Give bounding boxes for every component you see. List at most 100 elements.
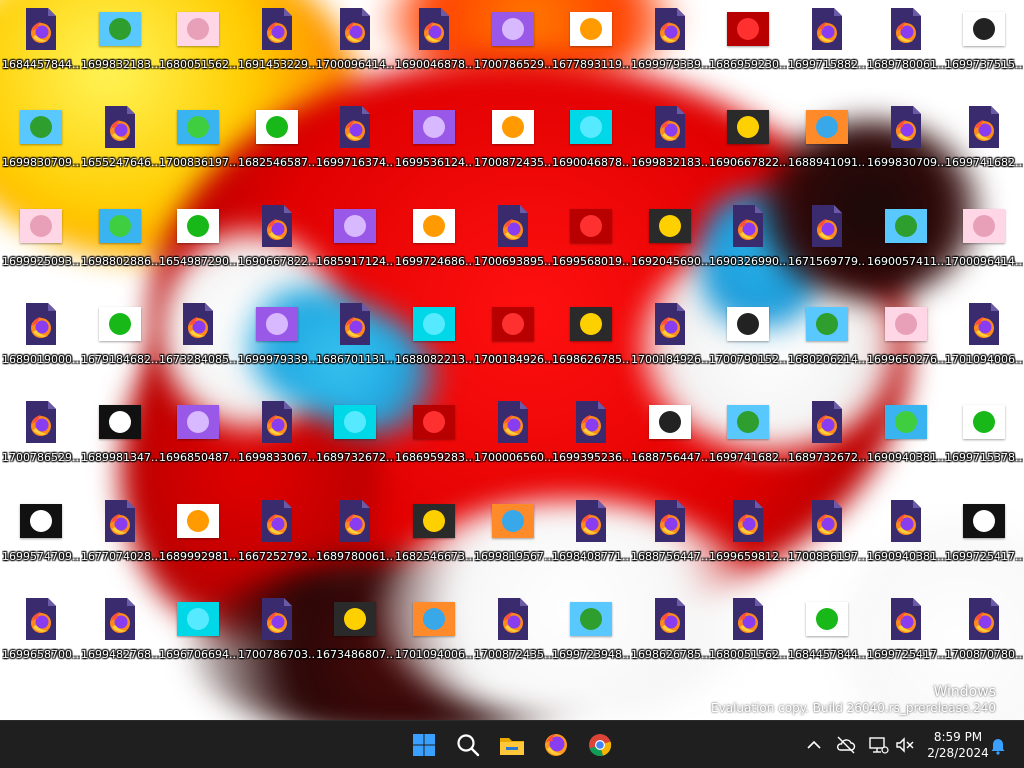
desktop-file-icon[interactable]: 1699737515.... bbox=[945, 6, 1023, 96]
desktop-file-icon[interactable]: 1699830709.... bbox=[867, 104, 945, 194]
notifications-button[interactable] bbox=[986, 733, 1010, 757]
desktop-file-icon[interactable]: 1690326990.... bbox=[709, 203, 787, 293]
desktop-file-icon[interactable]: 1655247646.... bbox=[81, 104, 159, 194]
desktop-file-icon[interactable]: 1686959230.... bbox=[709, 6, 787, 96]
desktop-file-icon[interactable]: 1690046878.... bbox=[395, 6, 473, 96]
desktop-file-icon[interactable]: 1680051562.... bbox=[709, 596, 787, 686]
desktop-file-icon[interactable]: 1699979339.... bbox=[631, 6, 709, 96]
desktop-file-icon[interactable]: 1699925093.... bbox=[2, 203, 80, 293]
chrome-button[interactable] bbox=[582, 727, 618, 763]
desktop-file-icon[interactable]: 1677074028.... bbox=[81, 498, 159, 588]
desktop-file-icon[interactable]: 1699482768.... bbox=[81, 596, 159, 686]
desktop-file-icon[interactable]: 1682546673.... bbox=[395, 498, 473, 588]
desktop-file-icon[interactable]: 1698626785.... bbox=[552, 301, 630, 391]
desktop-file-icon[interactable]: 1673284085.... bbox=[159, 301, 237, 391]
desktop-file-icon[interactable]: 1699741682.... bbox=[709, 399, 787, 489]
start-button[interactable] bbox=[406, 727, 442, 763]
desktop-file-icon[interactable]: 1701094006.... bbox=[945, 301, 1023, 391]
desktop[interactable]: 1684457844.... 1699832183.... 1680051562..… bbox=[0, 0, 1024, 720]
desktop-file-icon[interactable]: 1696850487.... bbox=[159, 399, 237, 489]
file-explorer-button[interactable] bbox=[494, 727, 530, 763]
desktop-file-icon[interactable]: 1700836197.... bbox=[788, 498, 866, 588]
volume-button[interactable] bbox=[892, 733, 916, 757]
desktop-file-icon[interactable]: 1699741682.... bbox=[945, 104, 1023, 194]
desktop-file-icon[interactable]: 1699716374.... bbox=[316, 104, 394, 194]
desktop-file-icon[interactable]: 1700184926.... bbox=[631, 301, 709, 391]
desktop-file-icon[interactable]: 1699724686.... bbox=[395, 203, 473, 293]
desktop-file-icon[interactable]: 1667252792.... bbox=[238, 498, 316, 588]
desktop-file-icon[interactable]: 1680206214.... bbox=[788, 301, 866, 391]
desktop-file-icon[interactable]: 1689981347.... bbox=[81, 399, 159, 489]
desktop-file-icon[interactable]: 1688756447.... bbox=[631, 399, 709, 489]
desktop-file-icon[interactable]: 1699832183.... bbox=[81, 6, 159, 96]
desktop-file-icon[interactable]: 1700790152.... bbox=[709, 301, 787, 391]
desktop-file-icon[interactable]: 1689992981.... bbox=[159, 498, 237, 588]
search-button[interactable] bbox=[450, 727, 486, 763]
desktop-file-icon[interactable]: 1700870780.... bbox=[945, 596, 1023, 686]
desktop-file-icon[interactable]: 1689732672.... bbox=[316, 399, 394, 489]
desktop-file-icon[interactable]: 1699979339.... bbox=[238, 301, 316, 391]
desktop-file-icon[interactable]: 1654987290.... bbox=[159, 203, 237, 293]
desktop-file-icon[interactable]: 1690940381.... bbox=[867, 399, 945, 489]
desktop-file-icon[interactable]: 1699659812.... bbox=[709, 498, 787, 588]
desktop-file-icon[interactable]: 1699725417.... bbox=[945, 498, 1023, 588]
desktop-file-icon[interactable]: 1699395236.... bbox=[552, 399, 630, 489]
desktop-file-icon[interactable]: 1699715378.... bbox=[945, 399, 1023, 489]
desktop-file-icon[interactable]: 1689780061.... bbox=[867, 6, 945, 96]
desktop-file-icon[interactable]: 1690046878.... bbox=[552, 104, 630, 194]
desktop-file-icon[interactable]: 1679184682.... bbox=[81, 301, 159, 391]
desktop-file-icon[interactable]: 1698802886.... bbox=[81, 203, 159, 293]
desktop-file-icon[interactable]: 1699568019.... bbox=[552, 203, 630, 293]
desktop-file-icon[interactable]: 1689732672.... bbox=[788, 399, 866, 489]
desktop-file-icon[interactable]: 1698626785.... bbox=[631, 596, 709, 686]
desktop-file-icon[interactable]: 1699832183.... bbox=[631, 104, 709, 194]
desktop-file-icon[interactable]: 1689019000.... bbox=[2, 301, 80, 391]
desktop-file-icon[interactable]: 1689780061.... bbox=[316, 498, 394, 588]
desktop-file-icon[interactable]: 1699536124.... bbox=[395, 104, 473, 194]
desktop-file-icon[interactable]: 1673486807.... bbox=[316, 596, 394, 686]
desktop-file-icon[interactable]: 1677893119.... bbox=[552, 6, 630, 96]
desktop-file-icon[interactable]: 1688082213.... bbox=[395, 301, 473, 391]
desktop-file-icon[interactable]: 1699723948.... bbox=[552, 596, 630, 686]
desktop-file-icon[interactable]: 1684457844.... bbox=[788, 596, 866, 686]
desktop-file-icon[interactable]: 1684457844.... bbox=[2, 6, 80, 96]
desktop-file-icon[interactable]: 1690667822.... bbox=[238, 203, 316, 293]
desktop-file-icon[interactable]: 1680051562.... bbox=[159, 6, 237, 96]
desktop-file-icon[interactable]: 1699830709.... bbox=[2, 104, 80, 194]
desktop-file-icon[interactable]: 1700786529.... bbox=[2, 399, 80, 489]
desktop-file-icon[interactable]: 1688941091.... bbox=[788, 104, 866, 194]
desktop-file-icon[interactable]: 1699658700.... bbox=[2, 596, 80, 686]
desktop-file-icon[interactable]: 1690940381.... bbox=[867, 498, 945, 588]
show-hidden-icons-button[interactable] bbox=[802, 733, 826, 757]
desktop-file-icon[interactable]: 1700836197.... bbox=[159, 104, 237, 194]
desktop-file-icon[interactable]: 1699725417.... bbox=[867, 596, 945, 686]
desktop-file-icon[interactable]: 1686959283.... bbox=[395, 399, 473, 489]
desktop-file-icon[interactable]: 1692045690.... bbox=[631, 203, 709, 293]
desktop-file-icon[interactable]: 1700872435.... bbox=[474, 596, 552, 686]
desktop-file-icon[interactable]: 1699819567.... bbox=[474, 498, 552, 588]
desktop-file-icon[interactable]: 1690667822.... bbox=[709, 104, 787, 194]
desktop-file-icon[interactable]: 1690057411.... bbox=[867, 203, 945, 293]
desktop-file-icon[interactable]: 1682546587.... bbox=[238, 104, 316, 194]
desktop-file-icon[interactable]: 1699574709.... bbox=[2, 498, 80, 588]
desktop-file-icon[interactable]: 1671569779.... bbox=[788, 203, 866, 293]
desktop-file-icon[interactable]: 1700006560.... bbox=[474, 399, 552, 489]
desktop-file-icon[interactable]: 1699715882.... bbox=[788, 6, 866, 96]
desktop-file-icon[interactable]: 1700096414.... bbox=[316, 6, 394, 96]
desktop-file-icon[interactable]: 1700786529.... bbox=[474, 6, 552, 96]
desktop-file-icon[interactable]: 1700096414.... bbox=[945, 203, 1023, 293]
network-button[interactable] bbox=[866, 733, 890, 757]
desktop-file-icon[interactable]: 1696706694.... bbox=[159, 596, 237, 686]
desktop-file-icon[interactable]: 1700693895.... bbox=[474, 203, 552, 293]
desktop-file-icon[interactable]: 1699833067.... bbox=[238, 399, 316, 489]
desktop-file-icon[interactable]: 1688756447.... bbox=[631, 498, 709, 588]
desktop-file-icon[interactable]: 1700872435.... bbox=[474, 104, 552, 194]
taskbar-clock[interactable]: 8:59 PM 2/28/2024 bbox=[920, 729, 996, 761]
desktop-file-icon[interactable]: 1698408771.... bbox=[552, 498, 630, 588]
firefox-button[interactable] bbox=[538, 727, 574, 763]
desktop-file-icon[interactable]: 1701094006.... bbox=[395, 596, 473, 686]
desktop-file-icon[interactable]: 1700184926.... bbox=[474, 301, 552, 391]
desktop-file-icon[interactable]: 1685917124.... bbox=[316, 203, 394, 293]
desktop-file-icon[interactable]: 1700786703.... bbox=[238, 596, 316, 686]
onedrive-button[interactable] bbox=[834, 733, 858, 757]
